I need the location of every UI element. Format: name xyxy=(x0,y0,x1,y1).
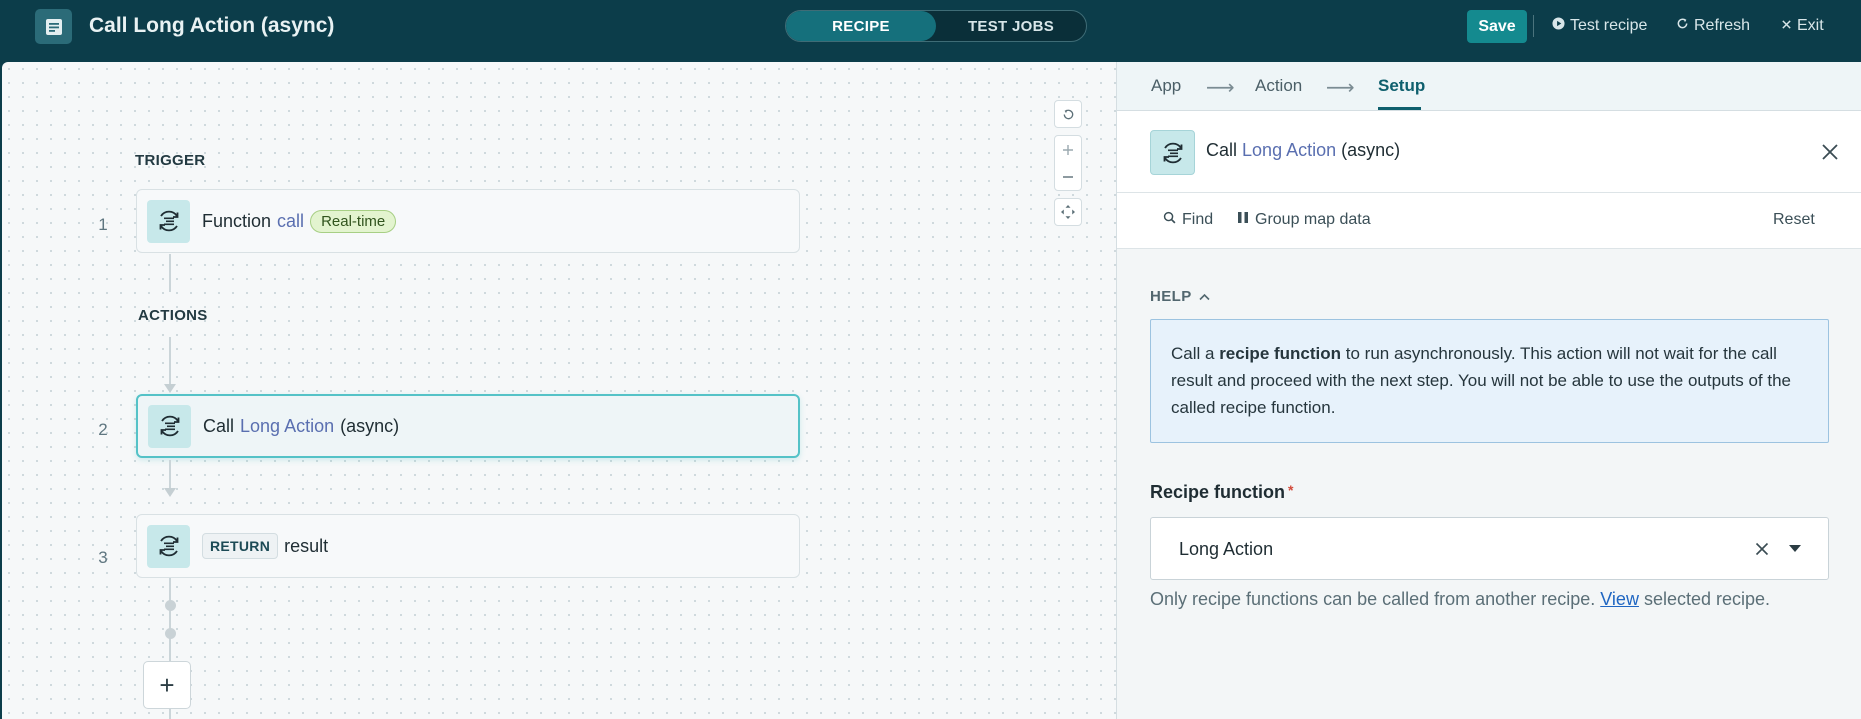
panel-title: Call Long Action (async) xyxy=(1206,140,1400,161)
function-call-icon xyxy=(147,199,190,243)
panel-title-prefix: Call xyxy=(1206,140,1238,160)
top-bar: Call Long Action (async) RECIPE TEST JOB… xyxy=(0,0,1861,62)
help-text-pre: Call a xyxy=(1171,344,1220,363)
columns-icon xyxy=(1237,211,1249,229)
step-prefix: Function xyxy=(202,210,272,231)
group-map-data-label: Group map data xyxy=(1255,211,1371,228)
breadcrumb-setup[interactable]: Setup xyxy=(1378,76,1425,96)
view-switcher: RECIPE TEST JOBS xyxy=(785,10,1087,42)
function-call-icon xyxy=(148,404,191,448)
breadcrumb: App ⟶ Action ⟶ Setup xyxy=(1117,62,1861,111)
field-label-text: Recipe function xyxy=(1150,482,1286,502)
step-prefix: Call xyxy=(203,415,235,436)
step-number: 1 xyxy=(98,215,108,234)
step-text: RETURN result xyxy=(202,533,328,559)
breadcrumb-app[interactable]: App xyxy=(1151,76,1181,96)
find-label: Find xyxy=(1182,211,1214,228)
realtime-badge: Real-time xyxy=(310,209,397,233)
recipe-canvas[interactable]: TRIGGER 1 Function call Real-time ACTION… xyxy=(2,62,1116,719)
fit-view-icon[interactable] xyxy=(1054,199,1082,225)
step-config-panel: App ⟶ Action ⟶ Setup Call Long Action (a… xyxy=(1116,62,1861,719)
function-call-icon xyxy=(147,524,190,568)
exit-button[interactable]: Exit xyxy=(1781,14,1824,38)
refresh-label: Refresh xyxy=(1694,17,1751,34)
active-crumb-indicator xyxy=(1378,107,1421,110)
refresh-button[interactable]: Refresh xyxy=(1676,14,1750,38)
refresh-icon xyxy=(1676,17,1689,35)
play-circle-icon xyxy=(1552,17,1565,35)
panel-title-suffix: (async) xyxy=(1341,140,1401,160)
step-card-trigger[interactable]: Function call Real-time xyxy=(136,189,800,253)
find-button[interactable]: Find xyxy=(1163,211,1213,229)
hint-post: selected recipe. xyxy=(1638,589,1771,609)
document-icon[interactable] xyxy=(35,9,72,44)
connector-dot xyxy=(165,628,176,639)
connector-line xyxy=(169,337,171,384)
step-suffix: (async) xyxy=(340,415,400,436)
connector-dot xyxy=(165,600,176,611)
panel-toolbar: Find Group map data Reset xyxy=(1117,193,1861,249)
help-text-box: Call a recipe function to run asynchrono… xyxy=(1150,319,1829,443)
step-card-return[interactable]: RETURN result xyxy=(136,514,800,578)
step-number: 2 xyxy=(98,420,108,439)
breadcrumb-arrow: ⟶ xyxy=(1206,77,1235,99)
clear-icon[interactable] xyxy=(1752,539,1772,559)
reset-label: Reset xyxy=(1773,211,1815,228)
group-map-data-button[interactable]: Group map data xyxy=(1237,211,1371,229)
return-badge: RETURN xyxy=(202,533,279,559)
field-hint: Only recipe functions can be called from… xyxy=(1150,589,1770,610)
close-icon[interactable] xyxy=(1817,139,1843,165)
zoom-out-icon[interactable] xyxy=(1054,163,1082,190)
step-number: 3 xyxy=(98,548,108,567)
connector-line xyxy=(169,254,171,292)
required-mark: * xyxy=(1288,482,1294,498)
view-recipe-link[interactable]: View xyxy=(1600,589,1639,609)
help-label: HELP xyxy=(1150,288,1192,305)
breadcrumb-arrow: ⟶ xyxy=(1326,77,1355,99)
close-icon xyxy=(1781,17,1792,35)
help-toggle[interactable]: HELP xyxy=(1150,288,1210,305)
selected-value: Long Action xyxy=(1179,539,1274,559)
panel-title-accent: Long Action xyxy=(1242,140,1337,160)
reset-button[interactable]: Reset xyxy=(1773,211,1815,229)
panel-header: Call Long Action (async) xyxy=(1117,111,1861,193)
breadcrumb-action[interactable]: Action xyxy=(1255,76,1302,96)
recipe-function-select[interactable]: Long Action xyxy=(1150,517,1829,580)
step-text: Function call Real-time xyxy=(202,209,397,233)
recipe-function-label: Recipe function * xyxy=(1150,482,1293,503)
connector-arrow xyxy=(164,384,176,393)
chevron-down-icon[interactable] xyxy=(1789,545,1801,552)
recipe-title: Call Long Action (async) xyxy=(89,14,335,37)
chevron-up-icon xyxy=(1199,288,1210,305)
rotate-icon[interactable] xyxy=(1054,101,1082,127)
hint-pre: Only recipe functions can be called from… xyxy=(1150,589,1601,609)
connector-arrow xyxy=(164,488,176,497)
zoom-control xyxy=(1054,135,1082,191)
step-suffix: result xyxy=(284,535,329,556)
test-recipe-label: Test recipe xyxy=(1570,17,1648,34)
actions-section-label: ACTIONS xyxy=(138,307,208,324)
tab-test-jobs[interactable]: TEST JOBS xyxy=(936,11,1086,41)
plus-icon: + xyxy=(159,670,175,700)
help-text-bold: recipe function xyxy=(1219,344,1342,363)
step-card-call-action[interactable]: Call Long Action (async) xyxy=(136,394,800,458)
trigger-section-label: TRIGGER xyxy=(135,152,206,169)
test-recipe-button[interactable]: Test recipe xyxy=(1552,14,1647,38)
add-step-button[interactable]: + xyxy=(143,661,191,709)
fit-view-control xyxy=(1054,198,1082,226)
exit-label: Exit xyxy=(1797,17,1824,34)
save-button[interactable]: Save xyxy=(1467,10,1527,43)
zoom-in-icon[interactable] xyxy=(1054,136,1082,163)
connector-line xyxy=(169,460,171,488)
step-accent: Long Action xyxy=(240,415,335,436)
function-call-icon xyxy=(1150,130,1195,175)
divider xyxy=(1533,15,1534,37)
step-text: Call Long Action (async) xyxy=(203,416,399,437)
search-icon xyxy=(1163,211,1176,229)
step-accent: call xyxy=(277,210,305,231)
tab-recipe[interactable]: RECIPE xyxy=(786,11,936,41)
reset-view-control xyxy=(1054,100,1082,128)
